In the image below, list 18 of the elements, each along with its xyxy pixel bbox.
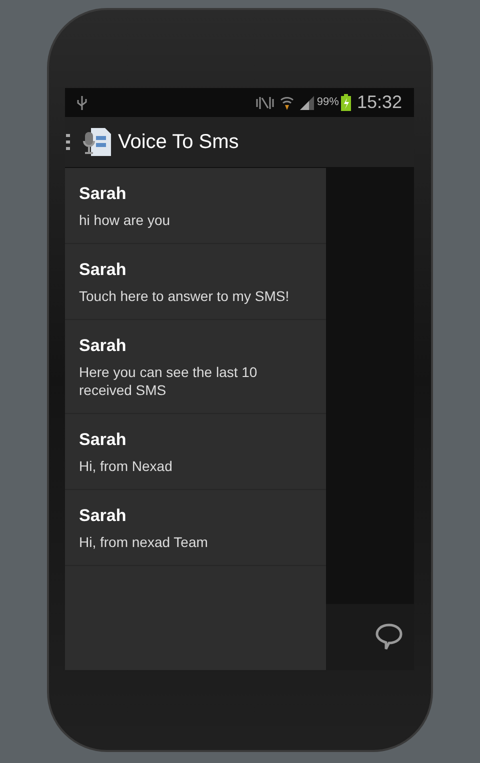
message-text: Here you can see the last 10 received SMS — [79, 363, 258, 399]
app-title: Voice To Sms — [118, 130, 239, 155]
message-item[interactable]: Sarah Hi, from Nexad — [65, 414, 326, 490]
message-item[interactable]: Sarah Here you can see the last 10 received SMS — [65, 320, 326, 414]
message-item[interactable]: Sarah Touch here to answer to my SMS! — [65, 244, 326, 320]
message-text: Touch here to answer to my SMS! — [79, 287, 290, 305]
sender-name: Sarah — [79, 259, 128, 281]
sender-name: Sarah — [79, 335, 128, 357]
message-text: Hi, from nexad Team — [79, 533, 209, 551]
battery-percent: 99% — [316, 95, 339, 110]
sender-name: Sarah — [79, 183, 128, 205]
message-item[interactable]: Sarah hi how are you — [65, 168, 326, 244]
sender-name: Sarah — [79, 505, 128, 527]
message-item[interactable]: Sarah Hi, from nexad Team — [65, 490, 326, 566]
clock: 15:32 — [356, 91, 402, 114]
sender-name: Sarah — [79, 429, 128, 451]
message-text: hi how are you — [79, 211, 172, 229]
message-text: Hi, from Nexad — [79, 457, 174, 475]
